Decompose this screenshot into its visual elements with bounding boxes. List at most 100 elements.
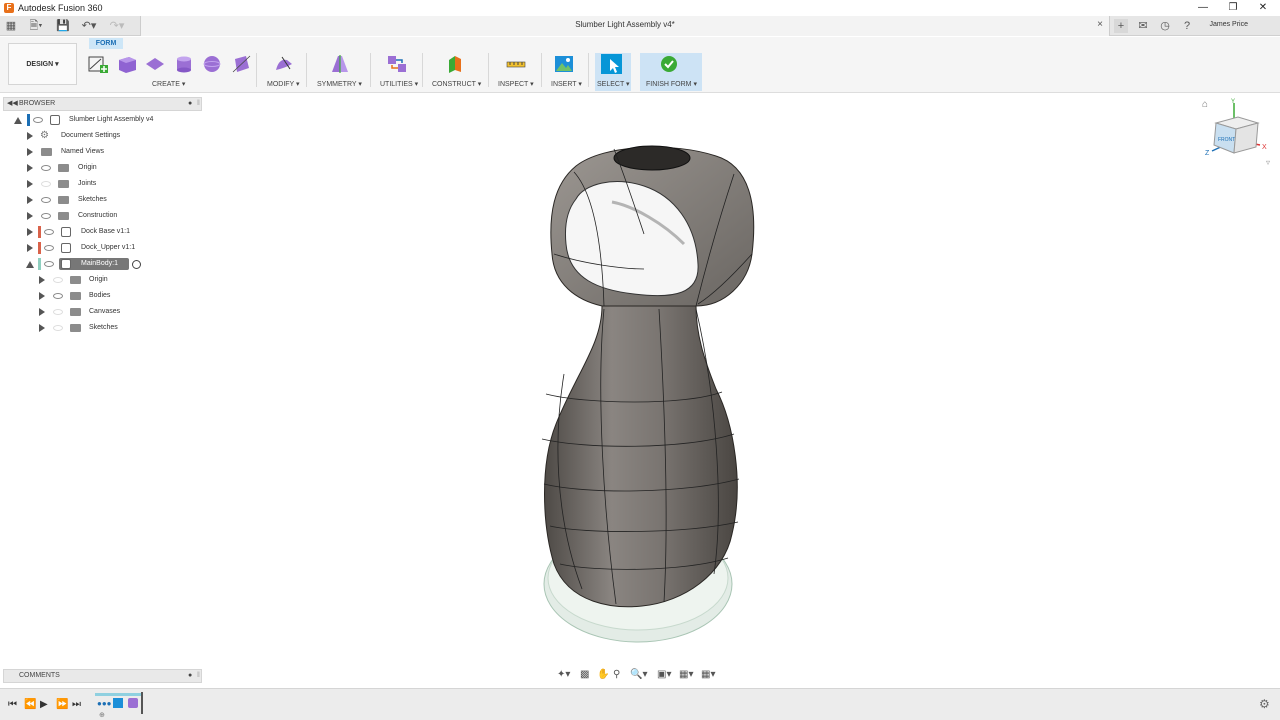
insert-image-icon[interactable] <box>553 54 575 74</box>
visibility-icon[interactable] <box>44 245 54 251</box>
user-name[interactable]: James Price <box>1209 21 1248 28</box>
help-icon[interactable]: ? <box>1180 19 1194 33</box>
viewcube-front-face[interactable]: FRONT <box>1218 137 1235 143</box>
finish-form-icon[interactable] <box>658 54 680 74</box>
measure-icon[interactable] <box>505 54 527 74</box>
timeline-settings-gear-icon[interactable]: ⚙ <box>1259 697 1270 711</box>
zoom-icon[interactable]: ⚲ <box>613 669 620 680</box>
activate-radio-icon[interactable] <box>132 260 141 269</box>
tree-item-named-views[interactable]: Named Views <box>0 145 204 159</box>
tree-item-canvases[interactable]: Canvases <box>0 305 204 319</box>
collapse-icon[interactable] <box>26 261 34 268</box>
document-tab[interactable]: Slumber Light Assembly v4* × <box>140 16 1110 36</box>
orbit-icon[interactable]: ✦▾ <box>557 669 570 680</box>
expand-icon[interactable] <box>39 276 45 284</box>
timeline-feature-form-icon[interactable] <box>128 698 138 708</box>
pan-icon[interactable]: ✋ <box>597 669 609 680</box>
expand-icon[interactable] <box>27 196 33 204</box>
tree-item-bodies[interactable]: Bodies <box>0 289 204 303</box>
tree-item-dock-upper[interactable]: Dock_Upper v1:1 <box>0 241 204 255</box>
visibility-icon[interactable] <box>44 261 54 267</box>
viewports-icon[interactable]: ▦▾ <box>701 669 715 680</box>
expand-icon[interactable] <box>39 308 45 316</box>
tree-item-origin-sub[interactable]: Origin <box>0 273 204 287</box>
grid-settings-icon[interactable]: ▦▾ <box>679 669 693 680</box>
go-to-start-icon[interactable]: ⏮ <box>8 699 17 710</box>
timeline-marker[interactable] <box>141 692 143 714</box>
timeline-feature-canvas-icon[interactable] <box>113 698 123 708</box>
cylinder-icon[interactable] <box>173 54 195 74</box>
expand-icon[interactable] <box>27 148 33 156</box>
tree-item-joints[interactable]: Joints <box>0 177 204 191</box>
comments-panel[interactable]: COMMENTS ● ‖ <box>3 669 202 683</box>
tree-item-document-settings[interactable]: ⚙ Document Settings <box>0 129 204 143</box>
visibility-icon[interactable] <box>33 117 43 123</box>
expand-icon[interactable] <box>27 164 33 172</box>
visibility-icon[interactable] <box>41 165 51 171</box>
job-status-icon[interactable]: ◷ <box>1158 19 1172 33</box>
visibility-icon[interactable] <box>53 325 63 331</box>
box-icon[interactable] <box>116 54 138 74</box>
pin-icon[interactable]: ● <box>188 98 192 110</box>
tree-item-mainbody[interactable]: MainBody:1 <box>0 257 204 271</box>
expand-icon[interactable] <box>27 180 33 188</box>
tab-form[interactable]: FORM <box>89 38 123 49</box>
plane-icon[interactable] <box>144 54 166 74</box>
symmetry-icon[interactable] <box>329 54 351 74</box>
app-grid-icon[interactable]: ▦ <box>4 19 18 33</box>
tree-item-sketches-sub[interactable]: Sketches <box>0 321 204 335</box>
design-viewport[interactable] <box>204 94 1280 688</box>
close-window-button[interactable]: ✕ <box>1248 0 1278 16</box>
tree-item-dock-base[interactable]: Dock Base v1:1 <box>0 225 204 239</box>
create-sketch-icon[interactable] <box>87 54 109 74</box>
finish-form-menu[interactable]: FINISH FORM ▾ <box>646 80 697 88</box>
insert-menu[interactable]: INSERT ▾ <box>551 80 582 88</box>
sphere-icon[interactable] <box>201 54 223 74</box>
save-icon[interactable]: 💾 <box>56 19 70 33</box>
timeline-feature-joints-icon[interactable]: ●●● <box>97 699 112 708</box>
visibility-icon[interactable] <box>53 293 63 299</box>
step-forward-icon[interactable]: ⏩ <box>56 699 68 710</box>
file-menu-icon[interactable]: 🗎▾ <box>26 19 46 33</box>
home-icon[interactable]: ⌂ <box>1202 99 1208 110</box>
fit-icon[interactable]: 🔍▾ <box>630 669 647 680</box>
create-menu[interactable]: CREATE ▾ <box>152 80 185 88</box>
go-to-end-icon[interactable]: ⏭ <box>72 699 81 710</box>
visibility-icon[interactable] <box>41 181 51 187</box>
new-tab-icon[interactable]: + <box>1114 19 1128 33</box>
expand-icon[interactable] <box>27 228 33 236</box>
visibility-icon[interactable] <box>44 229 54 235</box>
visibility-icon[interactable] <box>41 197 51 203</box>
expand-icon[interactable] <box>27 132 33 140</box>
select-icon[interactable] <box>600 54 622 74</box>
symmetry-menu[interactable]: SYMMETRY ▾ <box>317 80 362 88</box>
viewcube[interactable]: ⌂ Y X Z FRONT ▿ <box>1200 95 1280 170</box>
tree-item-root[interactable]: Slumber Light Assembly v4 <box>0 113 204 127</box>
construct-menu[interactable]: CONSTRUCT ▾ <box>432 80 481 88</box>
modify-menu[interactable]: MODIFY ▾ <box>267 80 300 88</box>
restore-button[interactable]: ❐ <box>1218 0 1248 16</box>
visibility-icon[interactable] <box>41 213 51 219</box>
construct-icon[interactable] <box>445 54 467 74</box>
viewcube-menu-icon[interactable]: ▿ <box>1266 158 1270 167</box>
inspect-menu[interactable]: INSPECT ▾ <box>498 80 534 88</box>
visibility-icon[interactable] <box>53 309 63 315</box>
modify-icon[interactable] <box>273 54 295 74</box>
utilities-icon[interactable] <box>386 54 408 74</box>
play-icon[interactable]: ▶ <box>40 699 48 710</box>
expand-icon[interactable] <box>39 292 45 300</box>
tree-item-construction[interactable]: Construction <box>0 209 204 223</box>
expand-icon[interactable] <box>27 244 33 252</box>
redo-icon[interactable]: ↷▾ <box>106 19 128 33</box>
tree-item-origin[interactable]: Origin <box>0 161 204 175</box>
display-settings-icon[interactable]: ▣▾ <box>657 669 671 680</box>
quadball-icon[interactable] <box>230 54 252 74</box>
select-menu[interactable]: SELECT ▾ <box>597 80 630 88</box>
utilities-menu[interactable]: UTILITIES ▾ <box>380 80 418 88</box>
visibility-icon[interactable] <box>53 277 63 283</box>
expand-icon[interactable] <box>39 324 45 332</box>
step-back-icon[interactable]: ⏪ <box>24 699 36 710</box>
tree-item-sketches[interactable]: Sketches <box>0 193 204 207</box>
add-comment-icon[interactable]: ● <box>188 670 192 682</box>
minimize-button[interactable]: — <box>1188 0 1218 16</box>
